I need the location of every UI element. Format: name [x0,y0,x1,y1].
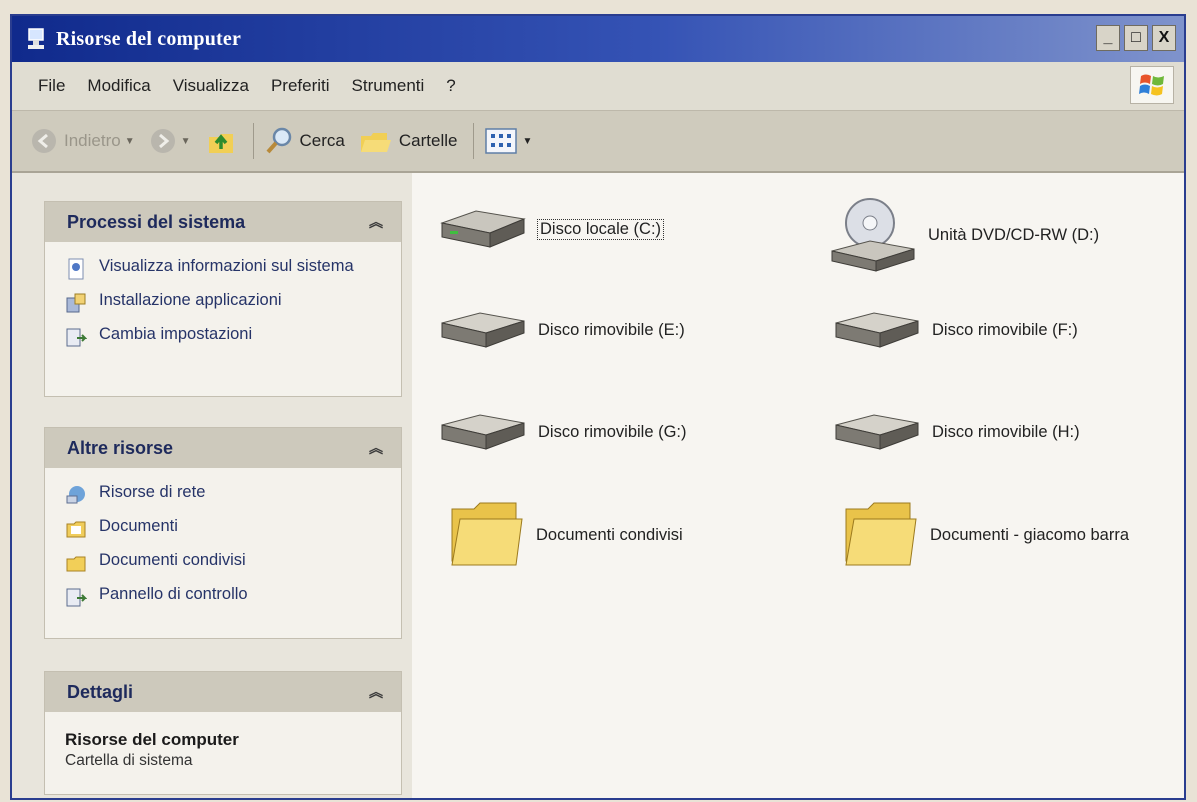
task-change-settings[interactable]: Cambia impostazioni [65,324,385,348]
task-label: Cambia impostazioni [99,325,253,343]
drive-g[interactable]: Disco rimovibile (G:) [436,407,687,457]
window-controls: _ □ X [1096,25,1176,51]
minimize-button[interactable]: _ [1096,25,1120,51]
details-panel: Dettagli ︽ Risorse del computer Cartella… [44,671,402,795]
details-name: Risorse del computer [65,730,239,749]
network-icon [66,486,85,504]
add-remove-programs-icon [66,293,86,313]
dvd-drive-icon [831,198,915,272]
drive-c[interactable]: Disco locale (C:) [436,203,665,255]
task-label: Visualizza informazioni sul sistema [99,257,354,275]
place-documents[interactable]: Documenti [65,516,385,540]
folder-shared-documents[interactable]: Documenti condivisi [446,499,683,571]
search-icon [266,127,291,154]
chevron-down-icon[interactable]: ▼ [125,136,135,147]
system-tasks-title: Processi del sistema [67,211,246,232]
maximize-button[interactable]: □ [1124,25,1148,51]
item-label: Disco locale (C:) [536,218,665,240]
back-arrow-icon [32,129,56,153]
folder-up-icon [208,134,233,153]
item-label: Documenti condivisi [536,525,683,544]
forward-arrow-icon [150,129,175,153]
hard-drive-icon [440,210,526,248]
drive-e[interactable]: Disco rimovibile (E:) [436,305,685,355]
back-button[interactable]: Indietro ▼ [30,127,135,155]
system-tasks-panel: Processi del sistema ︽ Visualizza inform… [44,201,402,397]
task-label: Pannello di controllo [99,585,248,603]
folder-icon [845,502,917,566]
folders-label: Cartelle [398,131,458,150]
task-pane: Processi del sistema ︽ Visualizza inform… [12,173,412,798]
folder-user-documents[interactable]: Documenti - giacomo barra [840,499,1129,571]
content-area: Disco locale (C:) Unità DVD/CD-RW (D:) D… [412,173,1184,798]
shared-folder-icon [66,556,86,572]
task-label: Installazione applicazioni [99,291,282,309]
menu-help[interactable]: ? [446,76,455,96]
collapse-icon[interactable]: ︽ [369,682,383,702]
search-label: Cerca [299,131,345,150]
collapse-icon[interactable]: ︽ [369,212,383,232]
menu-strumenti[interactable]: Strumenti [352,76,425,96]
folders-button[interactable]: Cartelle [359,126,458,156]
chevron-down-icon[interactable]: ▼ [522,136,532,147]
item-label: Disco rimovibile (F:) [932,320,1078,339]
up-folder-button[interactable] [205,125,237,157]
control-panel-icon [66,328,87,347]
close-button[interactable]: X [1152,25,1176,51]
system-info-icon [68,258,84,280]
removable-drive-icon [835,414,919,450]
views-icon [485,128,518,154]
drive-h[interactable]: Disco rimovibile (H:) [830,407,1080,457]
menu-visualizza[interactable]: Visualizza [173,76,249,96]
explorer-window: Risorse del computer _ □ X File Modifica… [10,14,1186,800]
toolbar: Indietro ▼ ▼ Cerca Cartelle ▼ [12,111,1184,173]
task-view-system-info[interactable]: Visualizza informazioni sul sistema [65,256,385,280]
item-label: Documenti - giacomo barra [930,525,1129,544]
control-panel-icon [66,588,87,607]
task-add-remove-programs[interactable]: Installazione applicazioni [65,290,385,314]
task-label: Documenti [99,517,178,535]
item-label: Disco rimovibile (H:) [932,422,1080,441]
collapse-icon[interactable]: ︽ [369,438,383,458]
forward-button[interactable]: ▼ [149,127,191,155]
task-label: Documenti condivisi [99,551,246,569]
drive-d[interactable]: Unità DVD/CD-RW (D:) [828,195,1099,275]
place-network[interactable]: Risorse di rete [65,482,385,506]
documents-icon [66,521,86,538]
chevron-down-icon[interactable]: ▼ [181,136,191,147]
toolbar-separator [252,123,254,159]
folder-icon [451,502,523,566]
removable-drive-icon [441,312,525,348]
details-header[interactable]: Dettagli ︽ [45,672,401,712]
place-shared-documents[interactable]: Documenti condivisi [65,550,385,574]
item-label: Unità DVD/CD-RW (D:) [928,225,1100,244]
other-places-title: Altre risorse [67,437,174,458]
task-label: Risorse di rete [99,483,206,501]
search-button[interactable]: Cerca [264,126,345,156]
system-tasks-header[interactable]: Processi del sistema ︽ [45,202,401,242]
back-label: Indietro [64,131,121,150]
removable-drive-icon [835,312,919,348]
windows-logo-icon [1130,66,1174,104]
title-bar[interactable]: Risorse del computer _ □ X [12,16,1184,62]
details-title: Dettagli [67,681,134,702]
my-computer-icon [28,28,44,49]
drive-f[interactable]: Disco rimovibile (F:) [830,305,1078,355]
other-places-panel: Altre risorse ︽ Risorse di rete Document… [44,427,402,639]
item-label: Disco rimovibile (G:) [538,422,687,441]
removable-drive-icon [441,414,525,450]
toolbar-separator [473,123,475,159]
menu-preferiti[interactable]: Preferiti [271,76,330,96]
window-title: Risorse del computer [56,27,242,50]
views-button[interactable]: ▼ [484,126,532,156]
details-type: Cartella di sistema [65,752,193,769]
menu-bar: File Modifica Visualizza Preferiti Strum… [12,62,1184,111]
menu-modifica[interactable]: Modifica [87,76,150,96]
other-places-header[interactable]: Altre risorse ︽ [45,428,401,468]
folders-icon [360,133,391,152]
menu-file[interactable]: File [38,76,65,96]
item-label: Disco rimovibile (E:) [538,320,685,339]
place-control-panel[interactable]: Pannello di controllo [65,584,385,608]
